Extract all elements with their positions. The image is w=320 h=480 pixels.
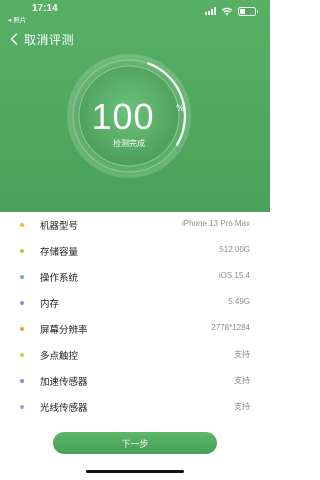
spec-label: 光线传感器 [40,403,88,414]
spec-row-light-sensor: 光线传感器 支持 [0,394,270,420]
bullet-dot-icon [20,249,24,253]
home-indicator[interactable] [86,470,184,473]
spec-value: 5.49G [228,297,250,306]
signal-icon [205,7,216,15]
spec-row-storage: 存储容量 512.00G [0,238,270,264]
spec-label: 加速传感器 [40,377,88,388]
progress-gauge: 100 % 检测完成 [66,44,192,200]
battery-charging-icon [238,6,258,16]
spec-label: 机器型号 [40,221,79,232]
spec-row-resolution: 屏幕分辨率 2778*1284 [0,316,270,342]
bullet-dot-icon [20,301,24,305]
bullet-dot-icon [20,379,24,383]
bullet-dot-icon [20,353,24,357]
gauge-unit: % [176,104,185,114]
status-back-to-app[interactable]: ◂ 照片 [8,14,26,24]
result-header: 17:14 ◂ 照片 取消评测 100 % 检测完成 [0,0,270,212]
bullet-dot-icon [20,223,24,227]
bolt-icon [244,7,250,15]
spec-row-accelerometer: 加速传感器 支持 [0,368,270,394]
spec-value: 支持 [234,350,250,359]
spec-label: 多点触控 [40,351,79,362]
next-step-button[interactable]: 下一步 [53,432,217,454]
bullet-dot-icon [20,327,24,331]
spec-label: 操作系统 [40,273,79,284]
spec-label: 屏幕分辨率 [40,325,88,336]
bullet-dot-icon [20,405,24,409]
spec-row-os: 操作系统 iOS 15.4 [0,264,270,290]
spec-value: iOS 15.4 [218,271,250,280]
spec-label: 存储容量 [40,247,79,258]
status-time: 17:14 [32,3,58,14]
status-bar: 17:14 ◂ 照片 [0,0,270,24]
bullet-dot-icon [20,275,24,279]
spec-value: 512.00G [219,245,250,254]
spec-value: 2778*1284 [211,323,250,332]
spec-row-memory: 内存 5.49G [0,290,270,316]
wifi-icon [221,7,233,15]
spec-row-model: 机器型号 iPhone 13 Pro Max [0,212,270,238]
spec-value: iPhone 13 Pro Max [181,219,250,228]
gauge-value: 100 [91,96,155,137]
status-indicators [205,6,258,16]
spec-value: 支持 [234,376,250,385]
spec-row-multitouch: 多点触控 支持 [0,342,270,368]
back-chevron-icon [10,33,18,45]
spec-label: 内存 [40,299,60,310]
spec-list: 机器型号 iPhone 13 Pro Max 存储容量 512.00G 操作系统… [0,212,270,420]
spec-value: 支持 [234,402,250,411]
cancel-evaluation-button[interactable]: 取消评测 [10,30,74,48]
gauge-caption: 检测完成 [113,139,145,148]
